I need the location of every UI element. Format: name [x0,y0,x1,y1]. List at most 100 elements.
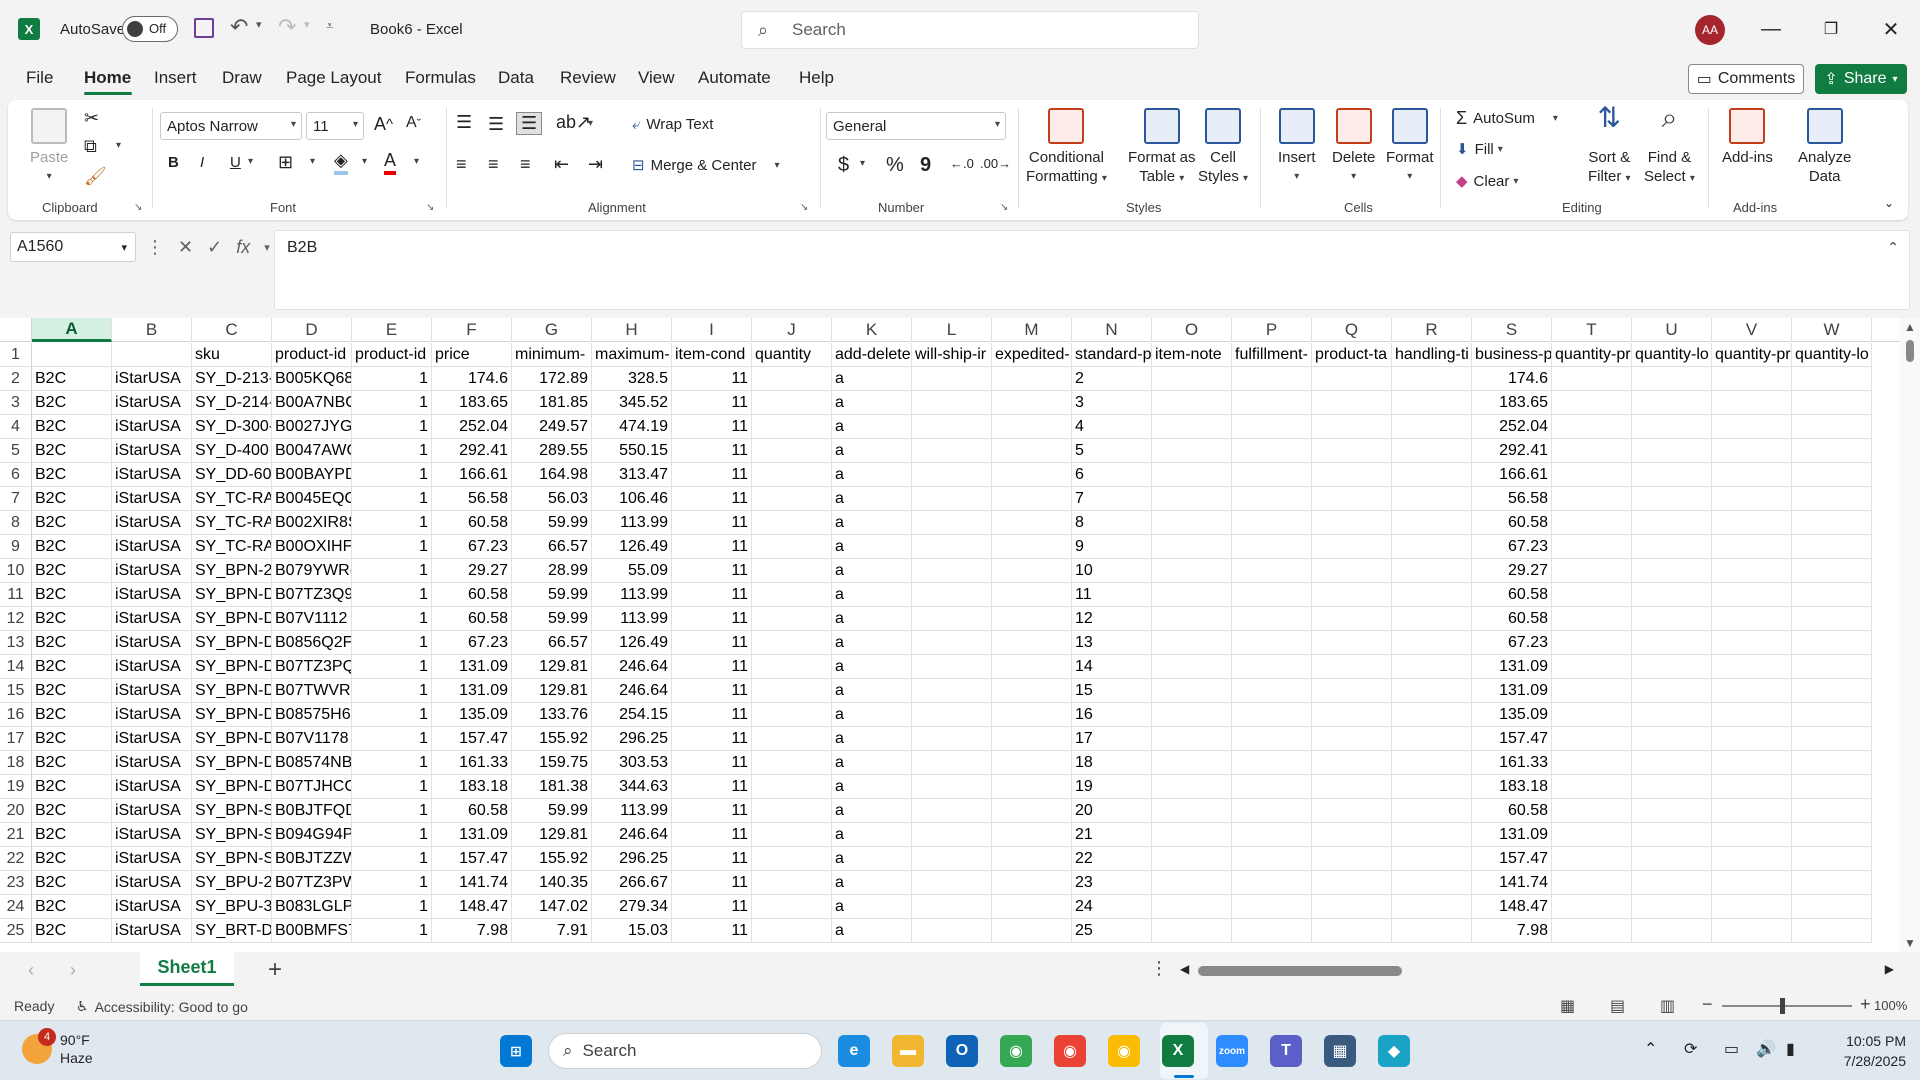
cell-s[interactable]: 56.58 [1472,487,1552,511]
cell-m[interactable] [992,703,1072,727]
cell-g[interactable]: 56.03 [512,487,592,511]
name-box[interactable]: A1560 ▾ [10,232,136,262]
cell-w[interactable] [1792,871,1872,895]
cell-w[interactable] [1792,679,1872,703]
column-header-v[interactable]: V [1712,318,1792,342]
cell-u[interactable] [1632,559,1712,583]
cell-f[interactable]: 7.98 [432,919,512,943]
cell-d[interactable]: B0045EQC [272,487,352,511]
cell-o[interactable] [1152,823,1232,847]
cell-a[interactable]: B2C [32,919,112,943]
align-center-icon[interactable]: ≡ [488,154,499,175]
cell-d[interactable]: B08575H6 [272,703,352,727]
cell-e[interactable]: 1 [352,631,432,655]
cell-o[interactable] [1152,559,1232,583]
cell-l[interactable] [912,511,992,535]
cell-k[interactable]: add-delete [832,343,912,367]
fill-color-icon[interactable]: ◈ [334,150,348,175]
cell-m[interactable] [992,367,1072,391]
page-layout-view-icon[interactable]: ▤ [1610,996,1625,1016]
cell-t[interactable] [1552,919,1632,943]
cell-l[interactable]: will-ship-ir [912,343,992,367]
cell-w[interactable] [1792,487,1872,511]
cell-j[interactable] [752,679,832,703]
cell-q[interactable] [1312,439,1392,463]
cell-i[interactable]: 11 [672,655,752,679]
cell-j[interactable] [752,367,832,391]
cell-b[interactable]: iStarUSA [112,391,192,415]
cell-p[interactable] [1232,823,1312,847]
cell-m[interactable] [992,775,1072,799]
app-diamond-icon[interactable]: ◆ [1378,1035,1410,1067]
cell-w[interactable] [1792,823,1872,847]
cell-s[interactable]: 29.27 [1472,559,1552,583]
cell-a[interactable]: B2C [32,367,112,391]
cell-p[interactable] [1232,727,1312,751]
cell-n[interactable]: 13 [1072,631,1152,655]
cell-k[interactable]: a [832,895,912,919]
row-header[interactable]: 3 [0,391,32,415]
cell-r[interactable] [1392,919,1472,943]
cell-w[interactable] [1792,895,1872,919]
align-right-icon[interactable]: ≡ [520,154,531,175]
cell-b[interactable]: iStarUSA [112,607,192,631]
cell-s[interactable]: 135.09 [1472,703,1552,727]
cell-s[interactable]: 161.33 [1472,751,1552,775]
cell-a[interactable]: B2C [32,439,112,463]
column-header-j[interactable]: J [752,318,832,342]
cell-m[interactable] [992,535,1072,559]
cell-u[interactable] [1632,895,1712,919]
zoom-icon[interactable]: zoom [1216,1035,1248,1067]
cell-b[interactable]: iStarUSA [112,823,192,847]
cell-d[interactable]: B0027JYGI [272,415,352,439]
cell-r[interactable] [1392,751,1472,775]
cell-n[interactable]: 3 [1072,391,1152,415]
horizontal-scroll-thumb[interactable] [1198,966,1402,976]
cell-m[interactable] [992,487,1072,511]
cell-k[interactable]: a [832,703,912,727]
cell-t[interactable] [1552,367,1632,391]
cell-a[interactable]: B2C [32,631,112,655]
cell-h[interactable]: 344.63 [592,775,672,799]
cell-f[interactable]: price [432,343,512,367]
cell-n[interactable]: 6 [1072,463,1152,487]
spreadsheet-grid[interactable]: ABCDEFGHIJKLMNOPQRSTUVW 1 sku product-id pr… [0,318,1920,952]
cell-b[interactable]: iStarUSA [112,727,192,751]
cell-r[interactable] [1392,535,1472,559]
cell-i[interactable]: 11 [672,823,752,847]
cell-v[interactable]: quantity-pr [1712,343,1792,367]
cell-p[interactable] [1232,655,1312,679]
cell-j[interactable] [752,415,832,439]
scroll-left-icon[interactable]: ◀ [1180,962,1189,976]
cell-a[interactable]: B2C [32,799,112,823]
cell-f[interactable]: 60.58 [432,583,512,607]
cell-j[interactable] [752,583,832,607]
cell-w[interactable]: quantity-lo [1792,343,1872,367]
cell-h[interactable]: 474.19 [592,415,672,439]
cell-l[interactable] [912,559,992,583]
cell-j[interactable] [752,391,832,415]
cell-r[interactable] [1392,823,1472,847]
cell-u[interactable] [1632,391,1712,415]
cell-o[interactable] [1152,367,1232,391]
cell-k[interactable]: a [832,463,912,487]
cell-k[interactable]: a [832,391,912,415]
cell-o[interactable] [1152,703,1232,727]
cell-i[interactable]: 11 [672,775,752,799]
number-format-select[interactable]: General ▾ [826,112,1006,140]
cell-q[interactable] [1312,847,1392,871]
more-options-icon[interactable]: ⋮ [146,237,164,258]
cell-t[interactable] [1552,775,1632,799]
cell-l[interactable] [912,439,992,463]
cell-p[interactable]: fulfillment- [1232,343,1312,367]
cell-v[interactable] [1712,439,1792,463]
cell-v[interactable] [1712,607,1792,631]
cell-w[interactable] [1792,727,1872,751]
cell-c[interactable]: SY_BPN-SI [192,823,272,847]
cell-j[interactable] [752,439,832,463]
cell-m[interactable] [992,463,1072,487]
cell-e[interactable]: 1 [352,679,432,703]
borders-icon[interactable]: ⊞ [278,152,293,173]
cell-a[interactable]: B2C [32,895,112,919]
wrap-text-button[interactable]: ⤶ Wrap Text [632,116,713,133]
